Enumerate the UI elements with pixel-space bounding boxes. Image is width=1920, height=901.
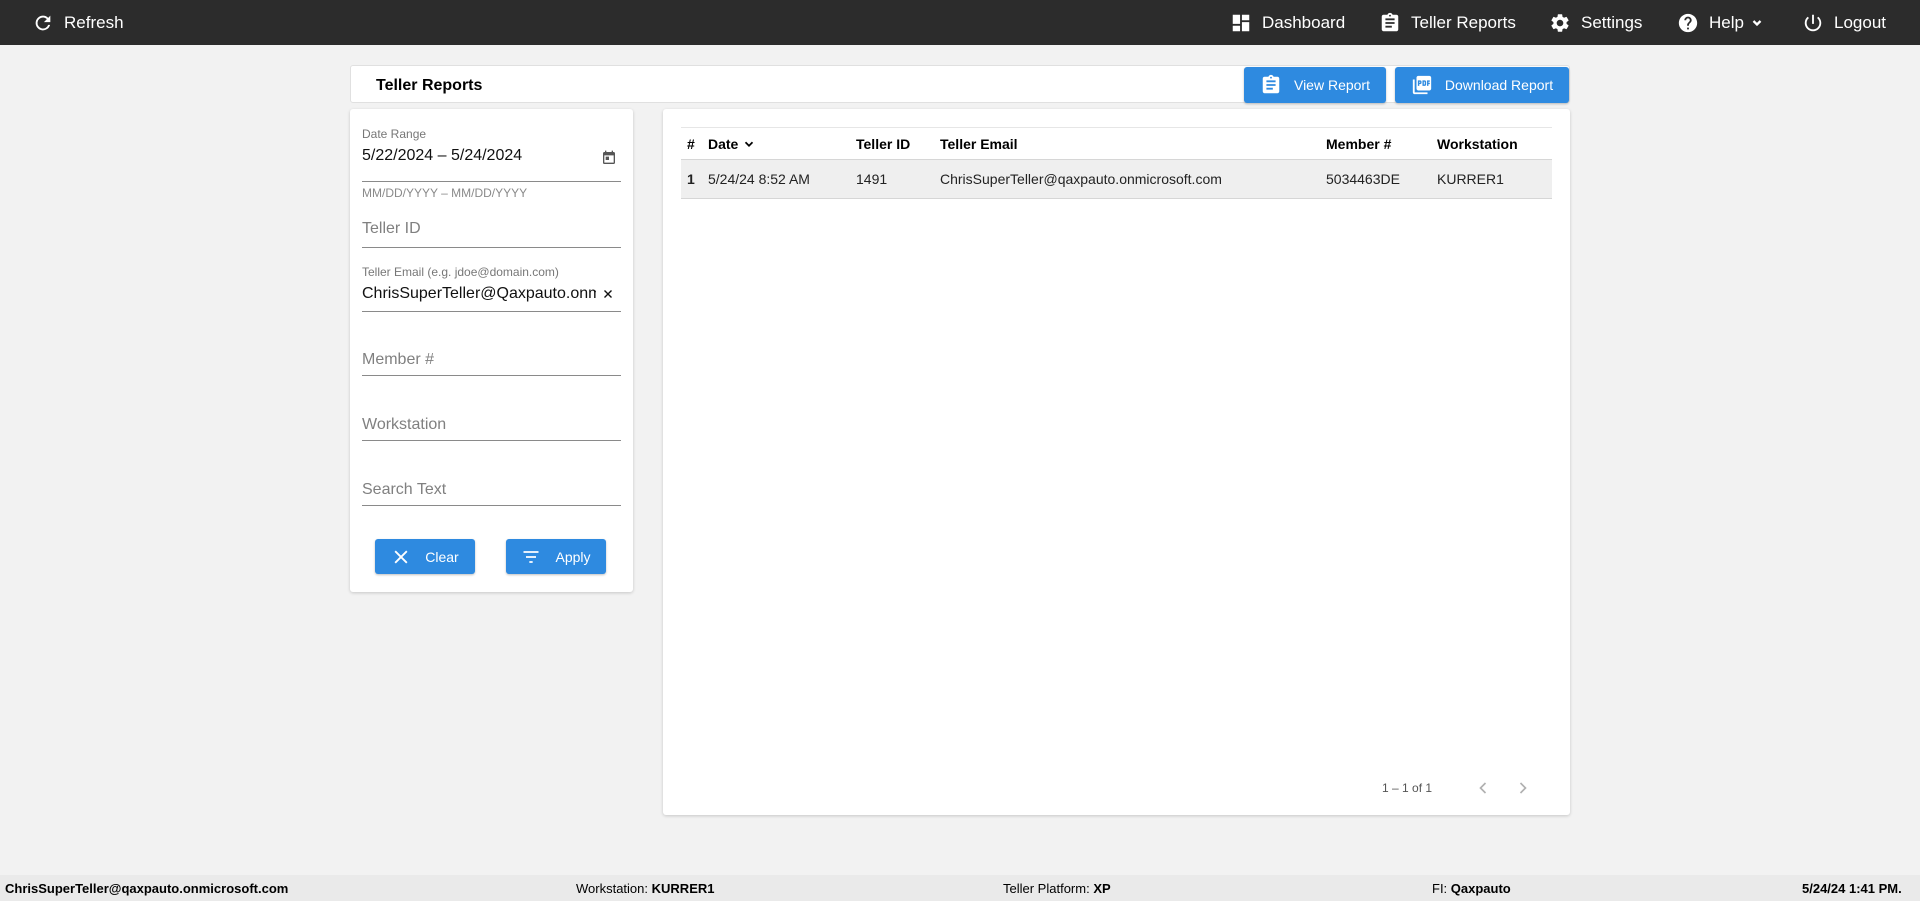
nav-settings-label: Settings bbox=[1581, 12, 1643, 32]
nav-settings[interactable]: Settings bbox=[1549, 0, 1642, 45]
page-title: Teller Reports bbox=[376, 77, 483, 94]
refresh-button[interactable]: Refresh bbox=[32, 0, 124, 45]
logout-button[interactable]: Logout bbox=[1802, 0, 1886, 45]
teller-email-field[interactable]: Teller Email (e.g. jdoe@domain.com) Chri… bbox=[362, 257, 621, 312]
refresh-icon bbox=[35, 15, 51, 30]
row-workstation: KURRER1 bbox=[1437, 171, 1504, 187]
nav-dashboard[interactable]: Dashboard bbox=[1230, 0, 1345, 45]
member-number-placeholder: Member # bbox=[362, 351, 435, 368]
nav-teller-reports[interactable]: Teller Reports bbox=[1379, 0, 1516, 45]
filter-panel: Date Range 5/22/2024 – 5/24/2024 MM/DD/Y… bbox=[350, 109, 633, 592]
gear-icon bbox=[1551, 13, 1569, 32]
clear-label: Clear bbox=[425, 548, 459, 565]
table-header-row: # Date Teller ID Teller Email Member # W… bbox=[681, 128, 1552, 160]
clipboard-icon bbox=[1262, 74, 1280, 94]
column-header-date-label: Date bbox=[708, 135, 739, 152]
workstation-placeholder: Workstation bbox=[362, 416, 447, 433]
status-user: ChrisSuperTeller@qaxpauto.onmicrosoft.co… bbox=[5, 881, 289, 896]
nav-dashboard-label: Dashboard bbox=[1262, 12, 1346, 32]
calendar-icon[interactable] bbox=[601, 150, 617, 166]
download-report-label: Download Report bbox=[1444, 77, 1554, 93]
status-bar: ChrisSuperTeller@qaxpauto.onmicrosoft.co… bbox=[0, 875, 1920, 901]
apply-button[interactable]: Apply bbox=[506, 539, 606, 574]
results-panel: # Date Teller ID Teller Email Member # W… bbox=[663, 109, 1570, 815]
clear-button[interactable]: Clear bbox=[375, 539, 475, 574]
date-range-label: Date Range bbox=[362, 127, 427, 141]
row-number: 1 bbox=[687, 171, 695, 187]
page-header-card: Teller Reports View Report Download Repo… bbox=[350, 65, 1570, 103]
view-report-button[interactable]: View Report bbox=[1244, 67, 1386, 103]
refresh-label: Refresh bbox=[64, 12, 124, 32]
chevron-down-icon bbox=[1752, 19, 1762, 26]
status-fi-label: FI: bbox=[1432, 881, 1448, 896]
date-range-field[interactable]: Date Range 5/22/2024 – 5/24/2024 bbox=[362, 127, 621, 182]
close-icon[interactable] bbox=[601, 287, 615, 301]
nav-help[interactable]: Help bbox=[1677, 0, 1764, 45]
paginator: 1 – 1 of 1 bbox=[663, 779, 1570, 809]
search-text-field[interactable]: Search Text bbox=[362, 461, 621, 506]
sort-arrow-icon bbox=[745, 141, 754, 147]
dashboard-icon bbox=[1232, 14, 1250, 31]
top-nav-bar: Refresh Dashboard Teller Reports Setting… bbox=[0, 0, 1920, 45]
teller-email-value[interactable]: ChrisSuperTeller@Qaxpauto.onmicrosoft.co… bbox=[362, 285, 596, 303]
column-header-member[interactable]: Member # bbox=[1326, 128, 1391, 159]
apply-label: Apply bbox=[555, 548, 591, 565]
logout-label: Logout bbox=[1834, 12, 1886, 32]
download-report-button[interactable]: Download Report bbox=[1395, 67, 1569, 103]
chevron-left-icon[interactable] bbox=[1473, 778, 1493, 798]
pdf-icon bbox=[1412, 75, 1432, 95]
status-platform: Teller Platform: XP bbox=[1003, 881, 1111, 896]
search-text-placeholder: Search Text bbox=[362, 481, 447, 498]
paginator-range: 1 – 1 of 1 bbox=[1382, 781, 1433, 795]
filter-icon bbox=[523, 550, 539, 563]
teller-id-placeholder: Teller ID bbox=[362, 220, 421, 237]
column-header-date[interactable]: Date bbox=[708, 128, 756, 159]
status-workstation-label: Workstation: bbox=[576, 881, 649, 896]
column-header-teller-email[interactable]: Teller Email bbox=[940, 128, 1018, 159]
date-format-hint: MM/DD/YYYY – MM/DD/YYYY bbox=[362, 186, 528, 200]
chevron-right-icon[interactable] bbox=[1513, 778, 1533, 798]
row-member: 5034463DE bbox=[1326, 171, 1400, 187]
column-header-number: # bbox=[687, 135, 695, 152]
row-date: 5/24/24 8:52 AM bbox=[708, 171, 810, 187]
row-teller-email: ChrisSuperTeller@qaxpauto.onmicrosoft.co… bbox=[940, 171, 1222, 187]
nav-help-label: Help bbox=[1709, 12, 1744, 32]
power-icon bbox=[1804, 14, 1822, 31]
row-teller-id: 1491 bbox=[856, 171, 888, 187]
column-header-workstation[interactable]: Workstation bbox=[1437, 128, 1518, 159]
status-datetime: 5/24/24 1:41 PM. bbox=[1802, 881, 1902, 896]
status-workstation: Workstation: KURRER1 bbox=[576, 881, 714, 896]
nav-teller-reports-label: Teller Reports bbox=[1411, 12, 1516, 32]
date-range-value[interactable]: 5/22/2024 – 5/24/2024 bbox=[362, 147, 522, 165]
status-platform-value: XP bbox=[1093, 881, 1111, 896]
teller-email-label: Teller Email (e.g. jdoe@domain.com) bbox=[362, 265, 559, 279]
status-fi-value: Qaxpauto bbox=[1450, 881, 1511, 896]
view-report-label: View Report bbox=[1293, 77, 1370, 93]
member-number-field[interactable]: Member # bbox=[362, 331, 621, 376]
help-icon bbox=[1678, 13, 1698, 32]
status-fi: FI: Qaxpauto bbox=[1432, 881, 1511, 896]
column-header-teller-id[interactable]: Teller ID bbox=[856, 128, 910, 159]
table-row[interactable]: 1 5/24/24 8:52 AM 1491 ChrisSuperTeller@… bbox=[681, 160, 1552, 199]
workstation-field[interactable]: Workstation bbox=[362, 396, 621, 441]
close-icon bbox=[394, 550, 408, 563]
clipboard-icon bbox=[1381, 12, 1399, 31]
teller-id-field[interactable]: Teller ID bbox=[362, 206, 621, 248]
results-table: # Date Teller ID Teller Email Member # W… bbox=[681, 127, 1552, 199]
status-workstation-value: KURRER1 bbox=[651, 881, 715, 896]
status-platform-label: Teller Platform: bbox=[1003, 881, 1090, 896]
